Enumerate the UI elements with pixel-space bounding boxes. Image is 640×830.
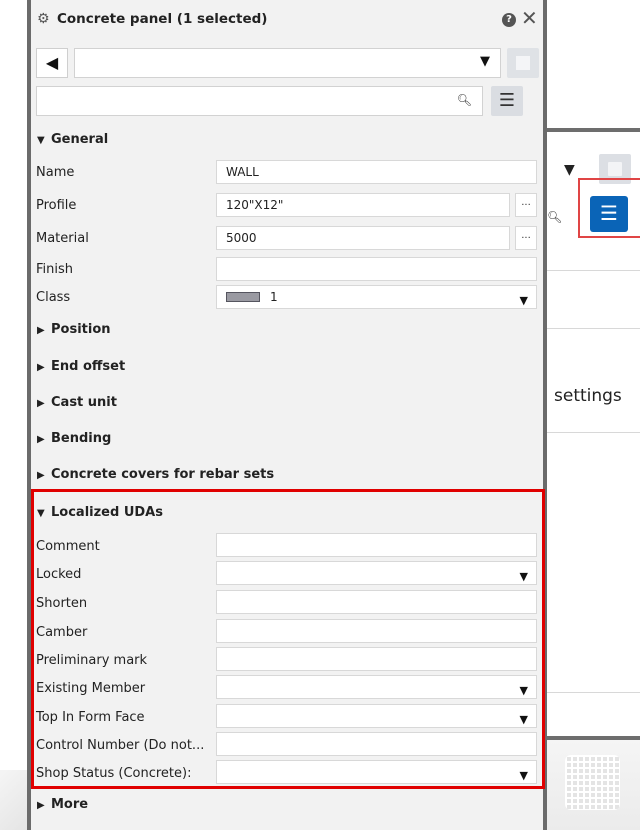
- search-icon: 🔍︎: [456, 93, 472, 107]
- preliminary-mark-field[interactable]: [216, 647, 537, 671]
- name-label: Name: [36, 165, 75, 180]
- collapsed-arrow-icon: ▶: [37, 470, 45, 481]
- chevron-down-icon: ▼: [519, 570, 528, 583]
- existing-member-dropdown[interactable]: ▼: [216, 675, 537, 699]
- title-bar: ⚙ Concrete panel (1 selected) ? ✕: [31, 0, 543, 40]
- section-more[interactable]: ▶ More: [37, 797, 88, 819]
- section-label: Bending: [51, 431, 112, 446]
- section-label: Cast unit: [51, 395, 117, 410]
- comment-field[interactable]: [216, 533, 537, 557]
- shorten-field[interactable]: [216, 590, 537, 614]
- save-button[interactable]: [507, 48, 539, 78]
- profile-browse-button[interactable]: ...: [515, 193, 537, 217]
- section-position[interactable]: ▶ Position: [37, 322, 111, 344]
- section-cast-unit[interactable]: ▶ Cast unit: [37, 395, 117, 417]
- finish-field[interactable]: [216, 257, 537, 281]
- top-in-form-face-dropdown[interactable]: ▼: [216, 704, 537, 728]
- section-label: More: [51, 797, 89, 812]
- chevron-down-icon: ▼: [480, 54, 490, 69]
- back-arrow-icon: ◀: [45, 53, 59, 72]
- section-label: Concrete covers for rebar sets: [51, 467, 275, 482]
- material-label: Material: [36, 231, 89, 246]
- locked-dropdown[interactable]: ▼: [216, 561, 537, 585]
- shop-status-dropdown[interactable]: ▼: [216, 760, 537, 784]
- properties-panel: ⚙ Concrete panel (1 selected) ? ✕ ◀ ▼ 🔍︎…: [27, 0, 547, 830]
- section-label: Position: [51, 322, 111, 337]
- control-number-field[interactable]: [216, 732, 537, 756]
- class-color-swatch: [226, 291, 260, 302]
- class-dropdown[interactable]: 1 ▼: [216, 285, 537, 309]
- section-concrete-covers[interactable]: ▶ Concrete covers for rebar sets: [37, 467, 274, 489]
- chevron-down-icon[interactable]: ▼: [564, 162, 575, 178]
- collapsed-arrow-icon: ▶: [37, 398, 45, 409]
- search-icon[interactable]: 🔍︎: [547, 210, 562, 224]
- existing-member-label: Existing Member: [36, 681, 146, 696]
- background-grid-icon: [565, 755, 620, 810]
- chevron-down-icon: ▼: [519, 684, 528, 697]
- chevron-down-icon: ▼: [519, 294, 528, 307]
- preset-dropdown[interactable]: ▼: [74, 48, 501, 78]
- gear-icon[interactable]: ⚙: [37, 11, 50, 27]
- settings-label[interactable]: settings: [554, 386, 622, 406]
- help-icon[interactable]: ?: [502, 13, 516, 27]
- section-end-offset[interactable]: ▶ End offset: [37, 359, 125, 381]
- section-label: General: [51, 132, 109, 147]
- collapsed-arrow-icon: ▶: [37, 434, 45, 445]
- panel-title: Concrete panel (1 selected): [57, 11, 268, 27]
- section-localized-udas[interactable]: ▼ Localized UDAs: [37, 505, 163, 527]
- finish-label: Finish: [36, 262, 74, 277]
- collapsed-arrow-icon: ▶: [37, 362, 45, 373]
- chevron-down-icon: ▼: [519, 769, 528, 782]
- section-bending[interactable]: ▶ Bending: [37, 431, 111, 453]
- chevron-down-icon: ▼: [519, 713, 528, 726]
- collapsed-arrow-icon: ▶: [37, 325, 45, 336]
- preliminary-mark-label: Preliminary mark: [36, 653, 148, 668]
- class-label: Class: [36, 290, 71, 305]
- profile-field[interactable]: 120"X12": [216, 193, 510, 217]
- shop-status-label: Shop Status (Concrete):: [36, 766, 192, 781]
- camber-label: Camber: [36, 625, 88, 640]
- menu-button[interactable]: ☰: [491, 86, 523, 116]
- shorten-label: Shorten: [36, 596, 88, 611]
- section-label: Localized UDAs: [51, 505, 163, 520]
- profile-label: Profile: [36, 198, 77, 213]
- top-in-form-face-label: Top In Form Face: [36, 710, 145, 725]
- name-field[interactable]: WALL: [216, 160, 537, 184]
- comment-label: Comment: [36, 539, 100, 554]
- close-icon[interactable]: ✕: [521, 6, 538, 30]
- class-value: 1: [270, 290, 278, 304]
- expanded-arrow-icon: ▼: [37, 508, 45, 519]
- section-general[interactable]: ▼ General: [37, 132, 108, 154]
- back-button[interactable]: ◀: [36, 48, 68, 78]
- section-label: End offset: [51, 359, 126, 374]
- control-number-label: Control Number (Do not...: [36, 738, 205, 753]
- menu-button[interactable]: ☰: [590, 196, 628, 232]
- locked-label: Locked: [36, 567, 82, 582]
- material-browse-button[interactable]: ...: [515, 226, 537, 250]
- search-input[interactable]: 🔍︎: [36, 86, 483, 116]
- expanded-arrow-icon: ▼: [37, 135, 45, 146]
- camber-field[interactable]: [216, 619, 537, 643]
- collapsed-arrow-icon: ▶: [37, 800, 45, 811]
- material-field[interactable]: 5000: [216, 226, 510, 250]
